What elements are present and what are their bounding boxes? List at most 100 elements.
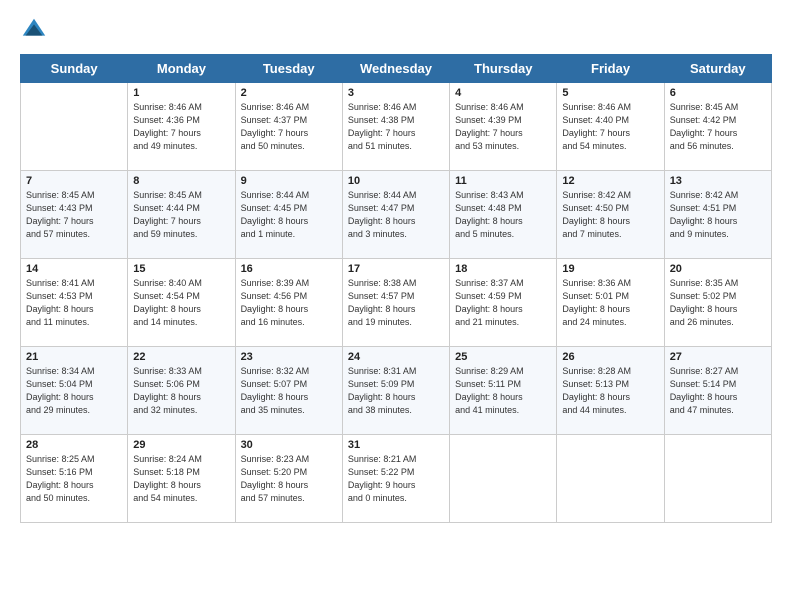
cell-2-5: 11 Sunrise: 8:43 AM Sunset: 4:48 PM Dayli… xyxy=(450,171,557,259)
day-number: 17 xyxy=(348,263,444,275)
day-number: 28 xyxy=(26,439,122,451)
day-info: Sunrise: 8:29 AM Sunset: 5:11 PM Dayligh… xyxy=(455,365,551,417)
day-number: 19 xyxy=(562,263,658,275)
day-number: 31 xyxy=(348,439,444,451)
day-number: 4 xyxy=(455,87,551,99)
cell-2-7: 13Sunrise: 8:42 AM Sunset: 4:51 PM Dayli… xyxy=(664,171,771,259)
day-info: Sunrise: 8:23 AM Sunset: 5:20 PM Dayligh… xyxy=(241,453,337,505)
cell-4-7: 27Sunrise: 8:27 AM Sunset: 5:14 PM Dayli… xyxy=(664,347,771,435)
day-info: Sunrise: 8:45 AM Sunset: 4:43 PM Dayligh… xyxy=(26,189,122,241)
cell-1-6: 5 Sunrise: 8:46 AM Sunset: 4:40 PM Daylig… xyxy=(557,83,664,171)
page: SundayMondayTuesdayWednesdayThursdayFrid… xyxy=(0,0,792,533)
day-number: 2 xyxy=(241,87,337,99)
day-number: 11 xyxy=(455,175,551,187)
weekday-tuesday: Tuesday xyxy=(235,55,342,83)
cell-5-7 xyxy=(664,435,771,523)
week-row-1: 1 Sunrise: 8:46 AM Sunset: 4:36 PM Daylig… xyxy=(21,83,772,171)
day-number: 20 xyxy=(670,263,766,275)
day-info: Sunrise: 8:33 AM Sunset: 5:06 PM Dayligh… xyxy=(133,365,229,417)
week-row-2: 7 Sunrise: 8:45 AM Sunset: 4:43 PM Daylig… xyxy=(21,171,772,259)
cell-2-1: 7 Sunrise: 8:45 AM Sunset: 4:43 PM Daylig… xyxy=(21,171,128,259)
day-number: 25 xyxy=(455,351,551,363)
day-info: Sunrise: 8:42 AM Sunset: 4:51 PM Dayligh… xyxy=(670,189,766,241)
logo xyxy=(20,16,50,44)
day-info: Sunrise: 8:28 AM Sunset: 5:13 PM Dayligh… xyxy=(562,365,658,417)
day-info: Sunrise: 8:21 AM Sunset: 5:22 PM Dayligh… xyxy=(348,453,444,505)
header xyxy=(20,16,772,44)
day-number: 5 xyxy=(562,87,658,99)
cell-3-6: 19 Sunrise: 8:36 AM Sunset: 5:01 PM Dayli… xyxy=(557,259,664,347)
cell-2-6: 12 Sunrise: 8:42 AM Sunset: 4:50 PM Dayli… xyxy=(557,171,664,259)
weekday-saturday: Saturday xyxy=(664,55,771,83)
day-info: Sunrise: 8:35 AM Sunset: 5:02 PM Dayligh… xyxy=(670,277,766,329)
calendar-table: SundayMondayTuesdayWednesdayThursdayFrid… xyxy=(20,54,772,523)
day-info: Sunrise: 8:44 AM Sunset: 4:47 PM Dayligh… xyxy=(348,189,444,241)
day-info: Sunrise: 8:46 AM Sunset: 4:40 PM Dayligh… xyxy=(562,101,658,153)
cell-5-1: 28 Sunrise: 8:25 AM Sunset: 5:16 PM Dayli… xyxy=(21,435,128,523)
cell-5-6 xyxy=(557,435,664,523)
day-number: 26 xyxy=(562,351,658,363)
day-number: 16 xyxy=(241,263,337,275)
cell-3-1: 14 Sunrise: 8:41 AM Sunset: 4:53 PM Dayli… xyxy=(21,259,128,347)
weekday-sunday: Sunday xyxy=(21,55,128,83)
day-info: Sunrise: 8:46 AM Sunset: 4:37 PM Dayligh… xyxy=(241,101,337,153)
day-info: Sunrise: 8:36 AM Sunset: 5:01 PM Dayligh… xyxy=(562,277,658,329)
weekday-wednesday: Wednesday xyxy=(342,55,449,83)
day-info: Sunrise: 8:41 AM Sunset: 4:53 PM Dayligh… xyxy=(26,277,122,329)
day-info: Sunrise: 8:46 AM Sunset: 4:38 PM Dayligh… xyxy=(348,101,444,153)
day-info: Sunrise: 8:40 AM Sunset: 4:54 PM Dayligh… xyxy=(133,277,229,329)
day-info: Sunrise: 8:39 AM Sunset: 4:56 PM Dayligh… xyxy=(241,277,337,329)
day-info: Sunrise: 8:43 AM Sunset: 4:48 PM Dayligh… xyxy=(455,189,551,241)
weekday-monday: Monday xyxy=(128,55,235,83)
day-info: Sunrise: 8:32 AM Sunset: 5:07 PM Dayligh… xyxy=(241,365,337,417)
logo-icon xyxy=(20,16,48,44)
weekday-thursday: Thursday xyxy=(450,55,557,83)
weekday-friday: Friday xyxy=(557,55,664,83)
cell-2-4: 10Sunrise: 8:44 AM Sunset: 4:47 PM Dayli… xyxy=(342,171,449,259)
calendar-body: 1 Sunrise: 8:46 AM Sunset: 4:36 PM Daylig… xyxy=(21,83,772,523)
day-number: 14 xyxy=(26,263,122,275)
day-number: 1 xyxy=(133,87,229,99)
cell-4-4: 24 Sunrise: 8:31 AM Sunset: 5:09 PM Dayli… xyxy=(342,347,449,435)
cell-1-1 xyxy=(21,83,128,171)
day-number: 30 xyxy=(241,439,337,451)
day-info: Sunrise: 8:46 AM Sunset: 4:39 PM Dayligh… xyxy=(455,101,551,153)
day-number: 22 xyxy=(133,351,229,363)
day-number: 12 xyxy=(562,175,658,187)
day-number: 23 xyxy=(241,351,337,363)
day-info: Sunrise: 8:46 AM Sunset: 4:36 PM Dayligh… xyxy=(133,101,229,153)
day-number: 7 xyxy=(26,175,122,187)
day-number: 27 xyxy=(670,351,766,363)
day-info: Sunrise: 8:42 AM Sunset: 4:50 PM Dayligh… xyxy=(562,189,658,241)
day-info: Sunrise: 8:38 AM Sunset: 4:57 PM Dayligh… xyxy=(348,277,444,329)
cell-5-5 xyxy=(450,435,557,523)
weekday-header-row: SundayMondayTuesdayWednesdayThursdayFrid… xyxy=(21,55,772,83)
cell-1-4: 3Sunrise: 8:46 AM Sunset: 4:38 PM Daylig… xyxy=(342,83,449,171)
cell-2-3: 9Sunrise: 8:44 AM Sunset: 4:45 PM Daylig… xyxy=(235,171,342,259)
cell-3-2: 15 Sunrise: 8:40 AM Sunset: 4:54 PM Dayli… xyxy=(128,259,235,347)
day-info: Sunrise: 8:25 AM Sunset: 5:16 PM Dayligh… xyxy=(26,453,122,505)
day-info: Sunrise: 8:45 AM Sunset: 4:42 PM Dayligh… xyxy=(670,101,766,153)
day-info: Sunrise: 8:24 AM Sunset: 5:18 PM Dayligh… xyxy=(133,453,229,505)
cell-4-5: 25 Sunrise: 8:29 AM Sunset: 5:11 PM Dayli… xyxy=(450,347,557,435)
day-number: 9 xyxy=(241,175,337,187)
cell-1-2: 1 Sunrise: 8:46 AM Sunset: 4:36 PM Daylig… xyxy=(128,83,235,171)
day-info: Sunrise: 8:45 AM Sunset: 4:44 PM Dayligh… xyxy=(133,189,229,241)
day-number: 29 xyxy=(133,439,229,451)
day-info: Sunrise: 8:31 AM Sunset: 5:09 PM Dayligh… xyxy=(348,365,444,417)
week-row-4: 21Sunrise: 8:34 AM Sunset: 5:04 PM Dayli… xyxy=(21,347,772,435)
day-number: 18 xyxy=(455,263,551,275)
day-number: 24 xyxy=(348,351,444,363)
week-row-3: 14 Sunrise: 8:41 AM Sunset: 4:53 PM Dayli… xyxy=(21,259,772,347)
cell-2-2: 8 Sunrise: 8:45 AM Sunset: 4:44 PM Daylig… xyxy=(128,171,235,259)
cell-3-5: 18 Sunrise: 8:37 AM Sunset: 4:59 PM Dayli… xyxy=(450,259,557,347)
day-number: 15 xyxy=(133,263,229,275)
cell-3-4: 17 Sunrise: 8:38 AM Sunset: 4:57 PM Dayli… xyxy=(342,259,449,347)
week-row-5: 28 Sunrise: 8:25 AM Sunset: 5:16 PM Dayli… xyxy=(21,435,772,523)
cell-4-1: 21Sunrise: 8:34 AM Sunset: 5:04 PM Dayli… xyxy=(21,347,128,435)
cell-4-6: 26 Sunrise: 8:28 AM Sunset: 5:13 PM Dayli… xyxy=(557,347,664,435)
day-info: Sunrise: 8:37 AM Sunset: 4:59 PM Dayligh… xyxy=(455,277,551,329)
day-number: 21 xyxy=(26,351,122,363)
day-number: 8 xyxy=(133,175,229,187)
cell-4-3: 23 Sunrise: 8:32 AM Sunset: 5:07 PM Dayli… xyxy=(235,347,342,435)
